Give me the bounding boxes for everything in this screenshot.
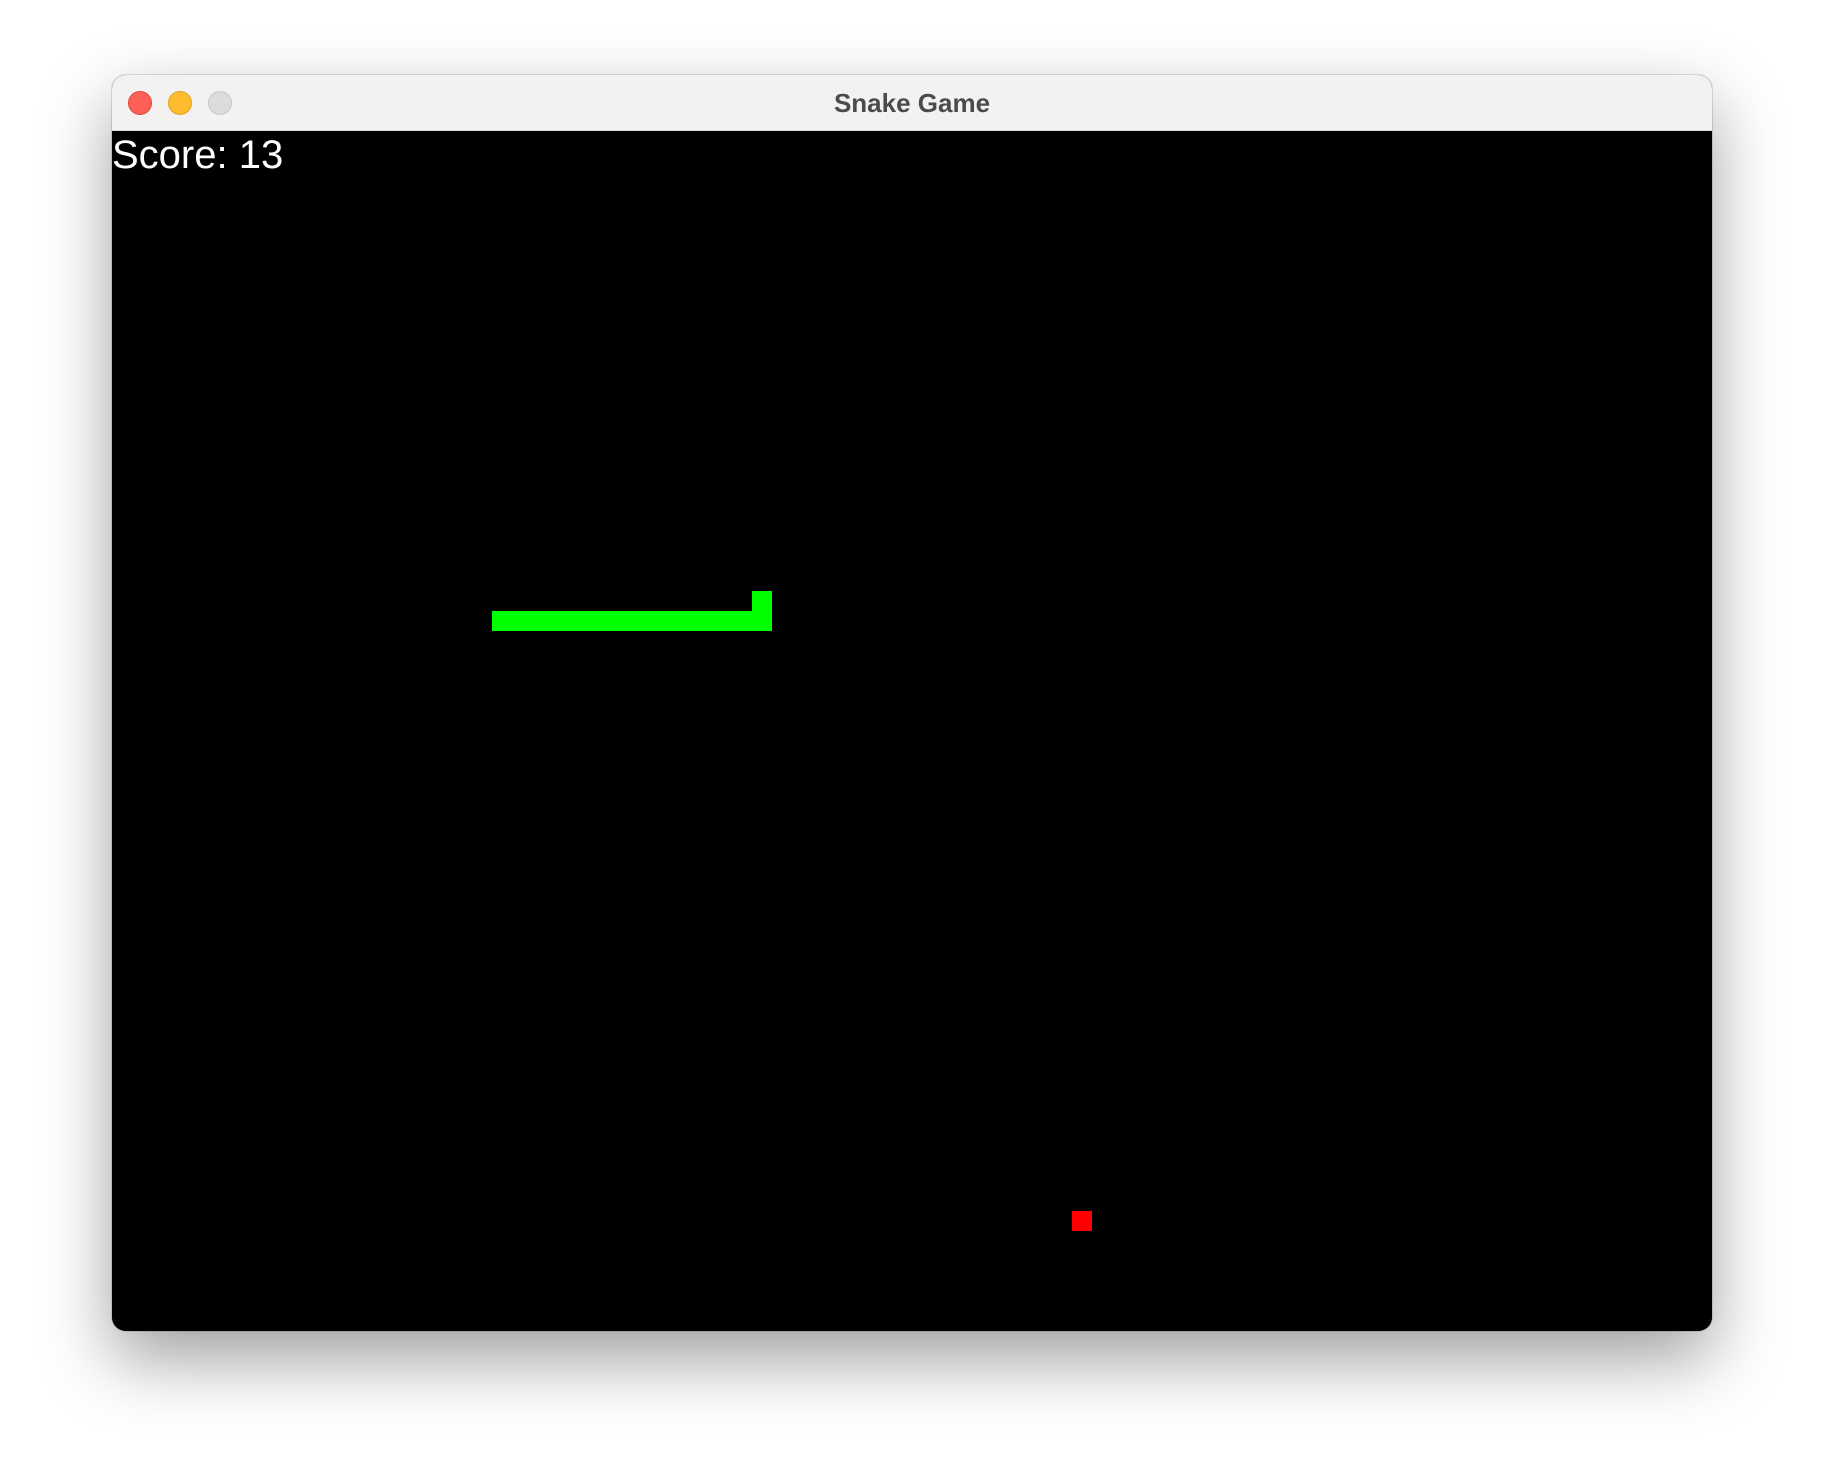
score-label: Score: 13 xyxy=(112,133,284,177)
game-canvas[interactable]: Score: 13 xyxy=(112,131,1712,1331)
snake-segment xyxy=(612,611,632,631)
snake-segment xyxy=(652,611,672,631)
snake-segment xyxy=(672,611,692,631)
snake-segment xyxy=(512,611,532,631)
snake-segment xyxy=(532,611,552,631)
snake-segment xyxy=(552,611,572,631)
snake-segment xyxy=(732,611,752,631)
title-bar[interactable]: Snake Game xyxy=(112,75,1712,131)
snake-head xyxy=(752,591,772,611)
snake-segment xyxy=(692,611,712,631)
window-title: Snake Game xyxy=(833,88,991,118)
snake-game-window: Snake Game Score: 13 xyxy=(112,75,1712,1331)
food-pellet xyxy=(1072,1211,1092,1231)
snake-segment xyxy=(492,611,512,631)
snake-segment xyxy=(632,611,652,631)
snake-segment xyxy=(592,611,612,631)
snake-segment xyxy=(712,611,732,631)
snake-segment xyxy=(572,611,592,631)
snake-segment xyxy=(752,611,772,631)
